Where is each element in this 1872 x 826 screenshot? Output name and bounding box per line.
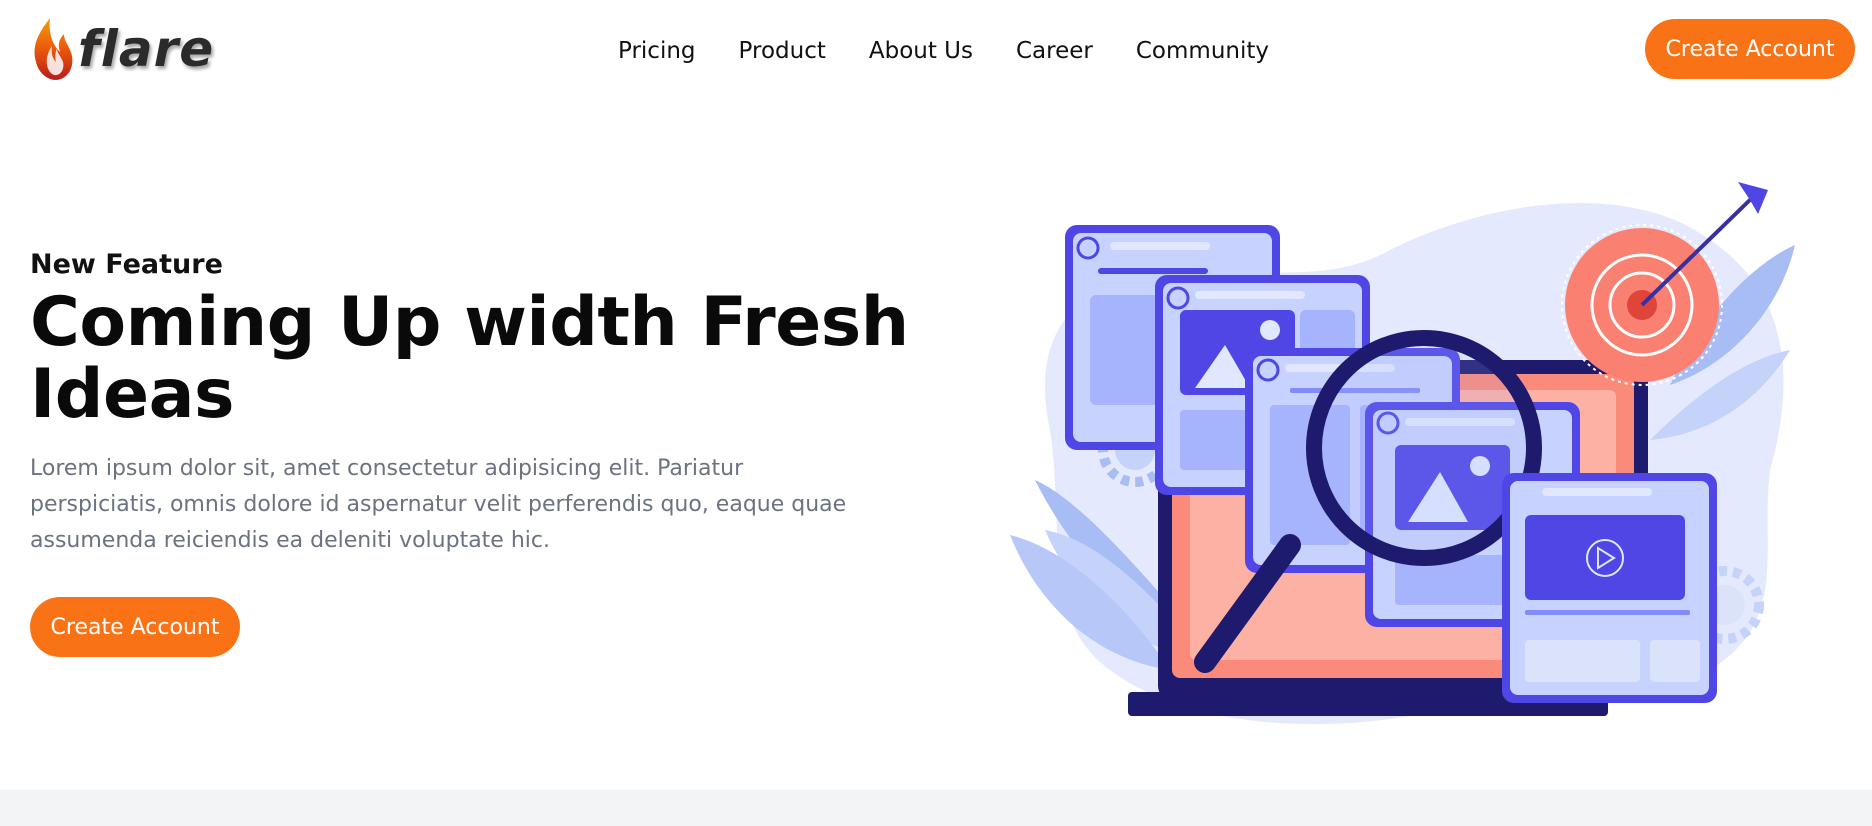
flame-icon (34, 18, 73, 80)
brand-wordmark: flare (78, 20, 215, 78)
hero-illustration (1010, 182, 1795, 725)
hero-headline: Coming Up width Fresh Ideas (30, 283, 909, 434)
nav-link-about-us[interactable]: About Us (869, 34, 973, 68)
hero-text: New Feature Coming Up width Fresh Ideas … (30, 245, 910, 559)
brand-logo[interactable]: flare (30, 16, 214, 82)
hero-create-account-button[interactable]: Create Account (30, 597, 240, 657)
hero-eyebrow: New Feature (30, 249, 223, 280)
nav-link-community[interactable]: Community (1136, 34, 1269, 68)
hero-description: Lorem ipsum dolor sit, amet consectetur … (30, 456, 847, 553)
header-create-account-button[interactable]: Create Account (1645, 19, 1855, 79)
next-section-band (0, 790, 1872, 826)
main-nav: Pricing Product About Us Career Communit… (618, 34, 1269, 68)
site-header: flare Pricing Product About Us Career Co… (0, 0, 1872, 100)
nav-link-career[interactable]: Career (1016, 34, 1093, 68)
nav-link-product[interactable]: Product (739, 34, 826, 68)
nav-link-pricing[interactable]: Pricing (618, 34, 696, 68)
